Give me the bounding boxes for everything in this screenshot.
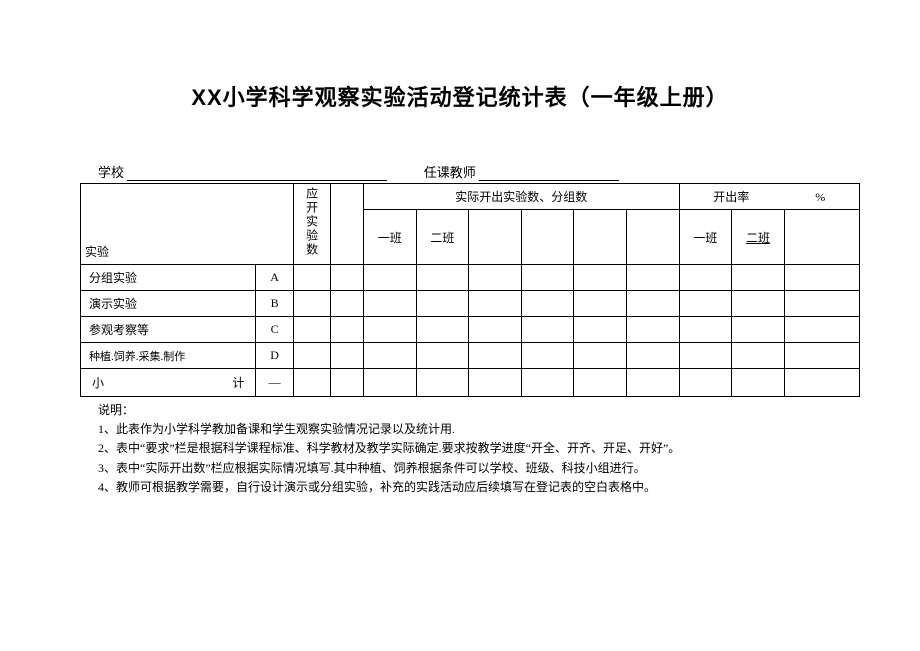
school-blank (127, 167, 387, 181)
row-code-0: A (256, 265, 294, 291)
actual-blank-1 (469, 210, 522, 265)
row-name-0: 分组实验 (81, 265, 256, 291)
actual-blank-4 (626, 210, 679, 265)
corner-cell: 实验 (81, 184, 294, 265)
notes-section: 说明： 1、此表作为小学科学教加备课和学生观察实验情况记录以及统计用. 2、表中… (80, 401, 840, 497)
subtotal-dash: — (256, 369, 294, 397)
table-row: 参观考察等 C (81, 317, 860, 343)
col-required: 应开实验数 (293, 184, 331, 265)
row-name-2: 参观考察等 (81, 317, 256, 343)
rate-class2: 二班 (732, 210, 785, 265)
subtotal-row: 小 计 — (81, 369, 860, 397)
header-line: 学校 任课教师 (80, 162, 840, 181)
subtotal-label: 小 计 (81, 369, 256, 397)
school-label: 学校 (98, 162, 124, 181)
notes-heading: 说明： (98, 401, 840, 420)
notes-item: 4、教师可根据教学需要，自行设计演示或分组实验，补充的实践活动应后续填写在登记表… (98, 478, 840, 497)
notes-item: 1、此表作为小学科学教加备课和学生观察实验情况记录以及统计用. (98, 420, 840, 439)
table-row: 种植.饲养.采集.制作 D (81, 343, 860, 369)
col-actual-header: 实际开出实验数、分组数 (364, 184, 680, 210)
row-code-2: C (256, 317, 294, 343)
stats-table: 实验 应开实验数 实际开出实验数、分组数 开出率 % 一班 二班 一班 二班 (80, 183, 860, 397)
notes-item: 2、表中“要求”栏是根据科学课程标准、科学教材及教学实际确定.要求按教学进度“开… (98, 439, 840, 458)
notes-item: 3、表中“实际开出数”栏应根据实际情况填写.其中种植、饲养根据条件可以学校、班级… (98, 459, 840, 478)
teacher-blank (479, 167, 619, 181)
page-title: XX小学科学观察实验活动登记统计表（一年级上册） (80, 80, 840, 112)
actual-blank-2 (521, 210, 574, 265)
blank-col-1 (331, 184, 364, 265)
actual-blank-3 (574, 210, 627, 265)
actual-class1: 一班 (364, 210, 417, 265)
rate-class1: 一班 (679, 210, 732, 265)
table-row: 演示实验 B (81, 291, 860, 317)
row-code-3: D (256, 343, 294, 369)
teacher-label: 任课教师 (424, 162, 476, 181)
table-row: 分组实验 A (81, 265, 860, 291)
col-rate-header: 开出率 % (679, 184, 859, 210)
actual-class2: 二班 (416, 210, 469, 265)
row-lab: 实验 (85, 245, 109, 259)
row-name-1: 演示实验 (81, 291, 256, 317)
row-code-1: B (256, 291, 294, 317)
rate-blank (784, 210, 859, 265)
row-name-3: 种植.饲养.采集.制作 (81, 343, 256, 369)
